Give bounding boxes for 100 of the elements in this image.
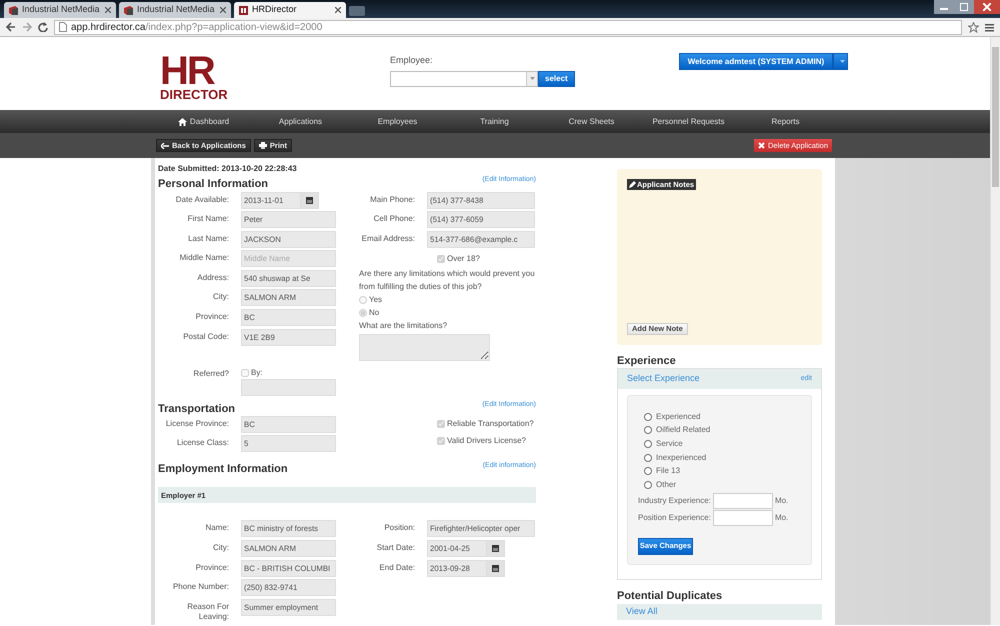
section-heading: Experience [617,354,677,368]
x-icon [758,142,765,149]
section-heading: Potential Duplicates [617,589,724,603]
field-label: Last Name: [187,232,229,244]
field-label: Employee: [390,54,434,67]
tab-title: Industrial NetMedia [22,3,101,16]
field-label: City: [212,291,229,302]
radio-label: File 13 [656,465,680,478]
field-label: Main Phone: [369,194,415,204]
question-text: Are there any limitations which would prevent you from fulfilling the duties of this job? [359,268,536,294]
browser-tab[interactable]: Industrial NetMedia [4,2,116,18]
back-icon[interactable] [6,22,16,32]
radio-button[interactable] [644,412,652,421]
radio-button[interactable] [644,467,652,476]
field-label: Phone Number: [172,581,229,592]
caret-icon [530,77,534,80]
home-icon [178,118,187,126]
page-icon [59,22,67,32]
minimize-button[interactable] [934,0,954,14]
close-icon [983,3,991,11]
text-field[interactable] [241,379,336,396]
field-label: Middle Name: [178,252,229,264]
calendar-icon [492,545,499,552]
field-label: Cell Phone: [372,213,415,224]
radio-label: Service [656,438,683,450]
field-label: Email Address: [360,232,415,244]
field-label: Start Date: [376,542,415,554]
radio-label: No [369,306,380,319]
section-heading: Personal Information [158,176,268,190]
checkbox-label: By: [251,367,263,380]
field-label: Postal Code: [182,330,229,342]
address-field[interactable]: app.hrdirector.ca/index.php?p=application-view&id=2000 [54,20,962,34]
text-field[interactable] [712,510,773,526]
radio-button[interactable] [644,454,652,462]
close-icon[interactable] [220,7,226,13]
menu-icon[interactable] [985,22,994,32]
dropdown-toggle-button[interactable] [833,53,848,70]
field-label: Position: [383,522,415,534]
nav-link[interactable]: Training [446,110,543,133]
radio-label: Oilfield Related [656,424,710,436]
field-label: License Province: [164,418,229,429]
text-field[interactable] [712,492,773,509]
favicon-icon [9,6,18,14]
radio-button[interactable] [644,426,652,434]
nav-link[interactable]: Employees [349,110,446,133]
close-icon[interactable] [335,7,341,13]
tab-title: HRDirector [252,3,298,16]
forward-icon[interactable] [22,22,32,32]
unit-label: Mo. [774,494,788,507]
select-button[interactable]: select [538,70,575,86]
star-icon[interactable] [968,22,979,32]
scrollbar-thumb[interactable] [992,47,999,187]
nav-link[interactable]: Applications [252,110,349,133]
date-submitted: Date Submitted: 2013-10-20 22:28:43 [158,163,298,175]
favicon-icon [239,6,248,14]
radio-label: Other [656,478,676,491]
field-label: Province: [194,311,229,322]
welcome-button[interactable]: Welcome admtest (SYSTEM ADMIN) [678,53,834,70]
nav-link[interactable]: Personnel Requests [640,110,737,133]
field-label: Referred? [192,368,229,380]
browser-tab[interactable]: HRDirector [234,2,346,18]
calendar-button[interactable] [301,192,319,208]
nav-link[interactable]: Crew Sheets [543,110,640,133]
field-label: License Class: [176,437,229,448]
field-label: What are the limitations? [359,320,448,332]
nav-link[interactable]: Reports [737,110,834,133]
nav-link[interactable]: Dashboard [155,110,252,133]
favicon-icon [124,6,133,14]
field-label: Address: [196,272,229,283]
close-button[interactable] [974,0,1000,14]
section-heading: Employment Information [158,462,288,476]
radio-label: Experienced [656,410,700,423]
calendar-icon [492,564,499,572]
logo-mark: HR [160,54,214,88]
scrollbar[interactable] [990,37,1000,625]
field-label: Name: [204,522,229,534]
calendar-button[interactable] [487,540,505,558]
logo-text: DIRECTOR [160,88,229,101]
checkbox-label: Over 18? [447,252,480,265]
maximize-button[interactable] [954,0,974,14]
checkbox-label: Valid Drivers License? [447,435,526,448]
field-label: Date Available: [174,194,229,204]
calendar-button[interactable] [487,560,505,577]
checkbox-label: Reliable Transportation? [447,418,534,430]
field-label: Reason For Leaving: [186,600,229,622]
field-label: First Name: [186,213,229,224]
arrow-left-icon [161,142,169,148]
calendar-icon [306,196,313,204]
radio-label: Inexperienced [656,452,706,464]
radio-button[interactable] [644,440,652,448]
close-icon[interactable] [105,7,111,13]
field-label: Position Experience: [638,512,711,524]
field-label: City: [212,542,229,554]
radio-button[interactable] [644,480,652,489]
browser-tab[interactable]: Industrial NetMedia [119,2,231,18]
unit-label: Mo. [774,512,788,524]
url-text: app.hrdirector.ca/index.php?p=application-view&id=2000 [71,20,322,34]
reload-icon[interactable] [38,22,48,32]
section-heading: Transportation [158,402,236,416]
caret-icon [840,60,846,63]
